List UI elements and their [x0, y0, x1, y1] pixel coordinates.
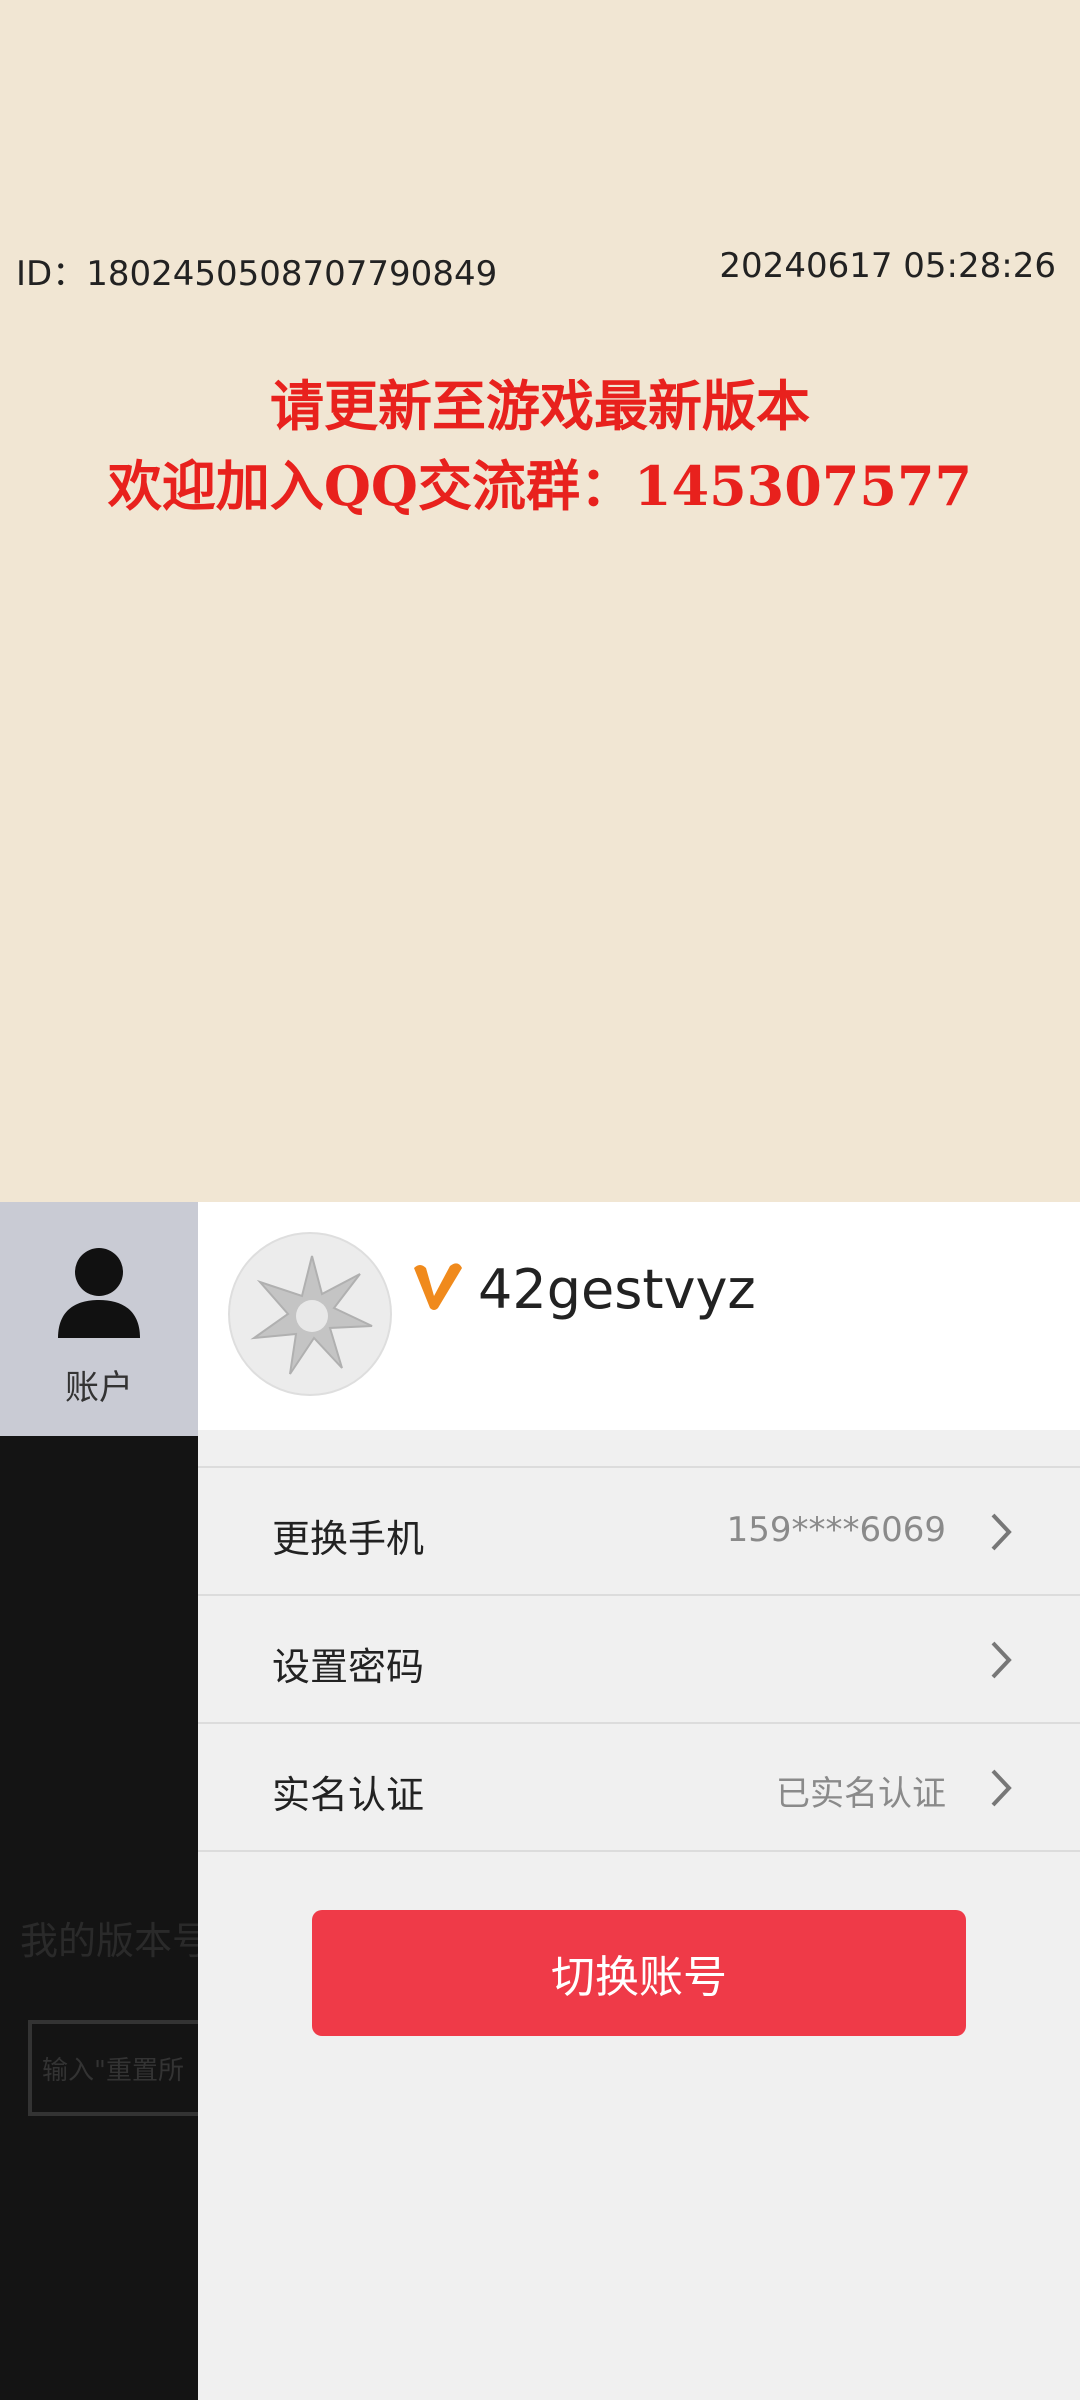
- profile-header: 42gestvyz: [198, 1202, 1080, 1430]
- game-background: ID：1802450508707790849 20240617 05:28:26…: [0, 0, 1080, 1202]
- nav-tab-account[interactable]: 账户: [0, 1202, 198, 1436]
- switch-account-button[interactable]: 切换账号: [312, 1910, 966, 2036]
- account-panel: 42gestvyz 更换手机 159****6069 设置密码 实名认证 已实名…: [198, 1202, 1080, 2400]
- verification-status: 已实名认证: [776, 1774, 946, 1814]
- username: 42gestvyz: [478, 1258, 756, 1321]
- set-password-label: 设置密码: [272, 1645, 425, 1689]
- real-name-verification-row[interactable]: 实名认证 已实名认证: [198, 1722, 1080, 1852]
- background-version-text: 我的版本号: [20, 1919, 198, 1963]
- phone-number: 159****6069: [726, 1510, 946, 1550]
- background-input-box: 输入"重置所: [28, 2020, 198, 2116]
- timestamp: 20240617 05:28:26: [719, 246, 1056, 286]
- update-notice: 请更新至游戏最新版本: [270, 374, 810, 438]
- real-name-label: 实名认证: [272, 1773, 425, 1817]
- qq-group-notice: 欢迎加入QQ交流群：145307577: [107, 454, 973, 518]
- change-phone-label: 更换手机: [272, 1517, 425, 1561]
- chevron-right-icon: [991, 1513, 1012, 1551]
- background-input-text: 输入"重置所: [42, 2056, 184, 2086]
- avatar-logo-icon: [250, 1255, 373, 1375]
- change-phone-row[interactable]: 更换手机 159****6069: [198, 1466, 1080, 1592]
- chevron-right-icon: [991, 1641, 1012, 1679]
- player-id: ID：1802450508707790849: [16, 254, 498, 294]
- avatar[interactable]: [228, 1232, 392, 1396]
- person-icon: [58, 1248, 140, 1338]
- v-badge-icon: [414, 1263, 462, 1310]
- nav-tab-account-label: 账户: [65, 1368, 133, 1408]
- background-overlay: 我的版本号 输入"重置所: [0, 1436, 198, 2400]
- set-password-row[interactable]: 设置密码: [198, 1594, 1080, 1720]
- chevron-right-icon: [991, 1769, 1012, 1807]
